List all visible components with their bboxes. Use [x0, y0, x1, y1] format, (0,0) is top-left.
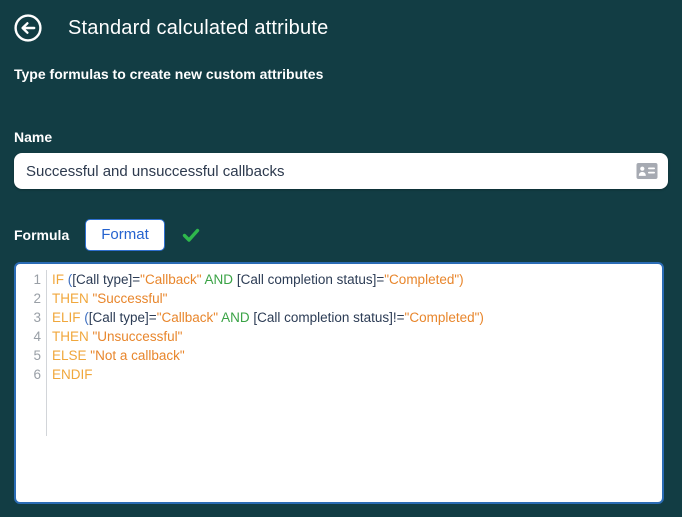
- format-button[interactable]: Format: [85, 219, 165, 251]
- line-number: 5: [33, 348, 41, 363]
- page-header: Standard calculated attribute: [14, 14, 668, 42]
- line-number: 3: [33, 310, 41, 325]
- name-input-wrap: [14, 153, 668, 189]
- code-line: THEN "Unsuccessful": [52, 329, 183, 344]
- formula-editor-code[interactable]: IF ([Call type]="Callback" AND [Call com…: [47, 270, 662, 502]
- line-number-gutter: 1 2 3 4 5 6: [16, 270, 47, 436]
- code-line: THEN "Successful": [52, 291, 168, 306]
- code-line: ELIF ([Call type]="Callback" AND [Call c…: [52, 310, 484, 325]
- page-subtitle: Type formulas to create new custom attri…: [14, 66, 324, 82]
- formula-label: Formula: [14, 227, 70, 243]
- formula-editor[interactable]: 1 2 3 4 5 6 IF ([Call type]="Callback" AND [C…: [14, 262, 664, 504]
- calculated-attribute-page: Standard calculated attribute Type formu…: [0, 0, 682, 517]
- formula-row: Formula Format: [14, 219, 668, 251]
- code-line: ELSE "Not a callback": [52, 348, 185, 363]
- name-input[interactable]: [14, 153, 668, 189]
- back-button[interactable]: [14, 14, 42, 42]
- line-number: 4: [33, 329, 41, 344]
- code-line: IF ([Call type]="Callback" AND [Call com…: [52, 272, 464, 287]
- name-label: Name: [14, 129, 53, 145]
- line-number: 6: [33, 367, 41, 382]
- code-line: ENDIF: [52, 367, 93, 382]
- arrow-left-circle-icon: [14, 14, 42, 42]
- page-title: Standard calculated attribute: [68, 16, 329, 39]
- line-number: 2: [33, 291, 41, 306]
- id-card-icon: [636, 163, 658, 180]
- check-icon: [181, 225, 201, 245]
- line-number: 1: [33, 272, 41, 287]
